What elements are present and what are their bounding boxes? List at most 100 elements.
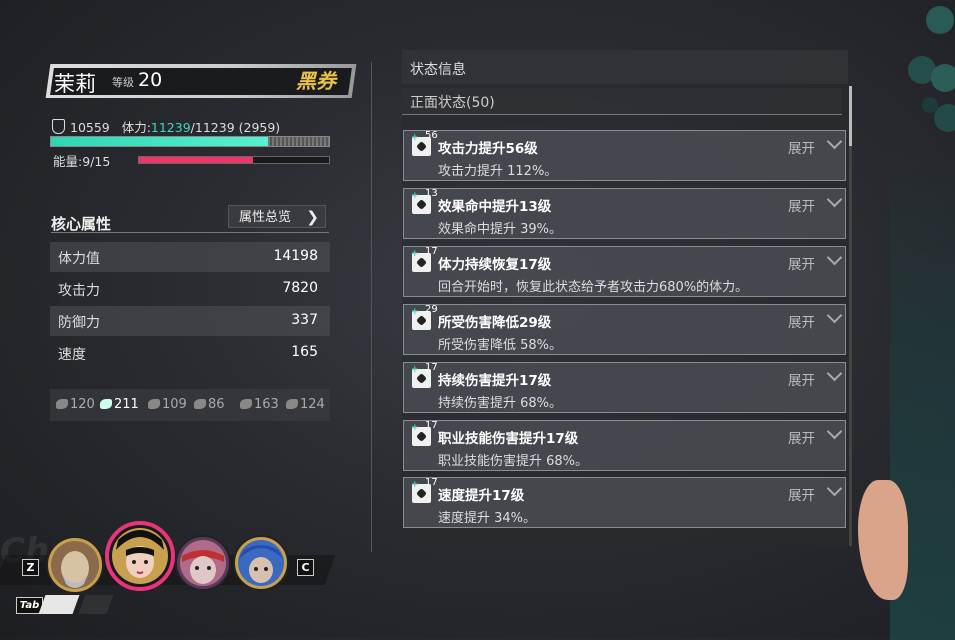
resistance-icon — [194, 399, 206, 409]
resistance-item: 163 — [240, 397, 279, 412]
resistance-bar: 120 211 109 86 163 124 — [50, 389, 330, 421]
effect-level: 17 — [425, 420, 438, 431]
chevron-down-icon[interactable] — [826, 133, 843, 150]
defense-value: 10559 — [70, 120, 110, 135]
expand-button[interactable]: 展开 — [788, 427, 815, 447]
resistance-item: 86 — [194, 397, 225, 412]
effect-description: 攻击力提升 112%。 — [438, 164, 558, 179]
key-z-badge[interactable]: Z — [22, 559, 39, 576]
resistance-icon — [148, 399, 160, 409]
party-avatar-2-selected[interactable] — [104, 520, 176, 592]
expand-button[interactable]: 展开 — [788, 311, 815, 331]
attribute-row-defense: 防御力 337 — [50, 306, 330, 336]
core-attributes-title: 核心属性 — [51, 215, 112, 233]
energy-bar — [138, 156, 330, 164]
resistance-icon — [286, 399, 298, 409]
status-effect-row[interactable]: +17 体力持续恢复17级 回合开始时，恢复此状态给予者攻击力680%的体力。 展开 — [403, 246, 846, 297]
expand-button[interactable]: 展开 — [788, 369, 815, 389]
hp-current: 11239 — [150, 120, 191, 135]
party-avatar-3[interactable] — [174, 534, 232, 592]
attribute-label: 体力值 — [58, 251, 100, 267]
key-c-badge[interactable]: C — [297, 559, 314, 576]
character-hand — [858, 480, 908, 600]
effect-title: 职业技能伤害提升17级 — [438, 431, 579, 447]
positive-status-header: 正面状态(50) — [402, 88, 842, 115]
status-effect-row[interactable]: +56 攻击力提升56级攻击力提升 112%。 展开 — [403, 130, 846, 181]
effect-level: 56 — [425, 130, 438, 141]
plus-icon: + — [411, 365, 419, 375]
expand-button[interactable]: 展开 — [788, 484, 815, 504]
energy-bar-fill — [139, 157, 253, 163]
positive-status-label: 正面状态(50) — [410, 95, 495, 111]
plant-decoration — [908, 6, 955, 132]
effect-level: 13 — [425, 188, 438, 199]
resistance-icon — [240, 399, 252, 409]
party-avatar-1[interactable] — [44, 534, 106, 596]
tab-team-1[interactable] — [38, 595, 80, 614]
attribute-overview-button[interactable]: 属性总览 ❯ — [228, 205, 326, 228]
tab-team-2[interactable] — [78, 595, 114, 614]
expand-button[interactable]: 展开 — [788, 195, 815, 215]
chevron-right-icon: ❯ — [306, 208, 319, 226]
chevron-down-icon[interactable] — [826, 191, 843, 208]
energy-label: 能量:9/15 — [53, 154, 111, 169]
attribute-overview-label: 属性总览 — [239, 210, 292, 225]
status-effect-row[interactable]: +17 速度提升17级 速度提升 34%。 展开 — [403, 477, 846, 528]
chevron-down-icon[interactable] — [826, 249, 843, 266]
hp-bar-shield — [267, 137, 329, 146]
status-effect-row[interactable]: +29 所受伤害降低29级 所受伤害降低 58%。 展开 — [403, 304, 846, 355]
expand-button[interactable]: 展开 — [788, 137, 815, 157]
chevron-down-icon[interactable] — [826, 423, 843, 440]
plus-icon: + — [411, 249, 419, 259]
chevron-down-icon[interactable] — [826, 365, 843, 382]
attribute-row-speed: 速度 165 — [50, 338, 330, 368]
effect-title: 效果命中提升13级 — [438, 199, 552, 215]
effect-description: 效果命中提升 39%。 — [438, 222, 563, 237]
attribute-row-hp: 体力值 14198 — [50, 242, 330, 272]
scrollbar-thumb[interactable] — [849, 86, 852, 146]
chevron-down-icon[interactable] — [826, 480, 843, 497]
effect-level: 17 — [425, 246, 438, 257]
character-name: 茉莉 — [54, 72, 96, 96]
effect-description: 速度提升 34%。 — [438, 511, 537, 526]
resistance-icon — [56, 399, 68, 409]
level-value: 20 — [138, 69, 163, 91]
expand-button[interactable]: 展开 — [788, 253, 815, 273]
resistance-icon — [100, 399, 112, 409]
effect-description: 职业技能伤害提升 68%。 — [438, 454, 589, 469]
status-panel-header: 状态信息 — [402, 50, 848, 84]
plus-icon: + — [411, 133, 419, 143]
effect-description: 持续伤害提升 68%。 — [438, 396, 563, 411]
effect-level: 17 — [425, 362, 438, 373]
plus-icon: + — [411, 480, 419, 490]
resistance-item: 124 — [286, 397, 325, 412]
panel-divider — [371, 62, 372, 552]
attribute-row-attack: 攻击力 7820 — [50, 274, 330, 304]
hp-readout: 10559 体力:11239/11239 (2959) — [52, 117, 280, 136]
attribute-value: 165 — [291, 344, 318, 360]
resistance-item: 120 — [56, 397, 95, 412]
hp-bar-fill — [51, 137, 268, 146]
status-panel-title: 状态信息 — [410, 62, 466, 78]
status-effect-row[interactable]: +17 持续伤害提升17级 持续伤害提升 68%。 展开 — [403, 362, 846, 413]
party-avatar-4[interactable] — [232, 534, 290, 592]
effect-description: 所受伤害降低 58%。 — [438, 338, 563, 353]
hp-label: 体力: — [121, 120, 151, 135]
hp-bar — [50, 136, 330, 147]
chevron-down-icon[interactable] — [826, 307, 843, 324]
effect-title: 攻击力提升56级 — [438, 141, 538, 157]
effect-level: 17 — [425, 477, 438, 488]
status-effect-row[interactable]: +17 职业技能伤害提升17级 职业技能伤害提升 68%。 展开 — [403, 420, 846, 471]
attribute-label: 攻击力 — [58, 283, 100, 299]
attribute-value: 337 — [291, 312, 318, 328]
effect-title: 速度提升17级 — [438, 488, 525, 504]
hp-max: /11239 (2959) — [190, 120, 281, 135]
divider — [51, 232, 329, 233]
plus-icon: + — [411, 423, 419, 433]
status-effect-row[interactable]: +13 效果命中提升13级 效果命中提升 39%。 展开 — [403, 188, 846, 239]
resistance-item: 211 — [100, 397, 139, 412]
shield-icon — [52, 119, 65, 134]
effect-level: 29 — [425, 304, 438, 315]
status-scrollbar[interactable] — [849, 86, 852, 546]
effect-title: 所受伤害降低29级 — [438, 315, 552, 331]
